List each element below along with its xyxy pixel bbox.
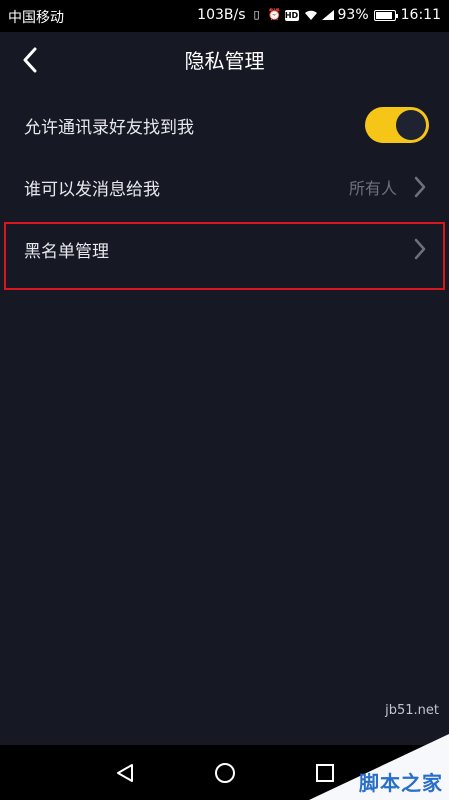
watermark-site: jb51.net [385, 703, 439, 718]
back-triangle-icon [117, 764, 133, 782]
battery-percent: 93% [337, 7, 369, 23]
highlight-box [4, 222, 445, 290]
chevron-right-icon [414, 176, 426, 198]
carrier-label: 中国移动 [8, 10, 64, 26]
allow-contacts-toggle[interactable] [365, 107, 429, 143]
vibrate-icon: ▯ [253, 8, 260, 21]
wifi-icon [304, 9, 317, 21]
alarm-icon: ⏰ [267, 8, 282, 21]
watermark-brand: 脚本之家 [359, 771, 443, 795]
status-icons: 103B/s ▯ ⏰ HD 93% 16:11 [197, 7, 441, 23]
toggle-knob [396, 110, 426, 140]
page-title: 隐私管理 [184, 48, 265, 73]
setting-label: 允许通讯录好友找到我 [24, 117, 194, 138]
nav-home-button[interactable] [210, 758, 240, 788]
network-speed: 103B/s [197, 7, 246, 23]
watermark-logo: 脚本之家 [309, 734, 449, 800]
back-icon [23, 47, 37, 73]
setting-value: 所有人 [348, 179, 397, 198]
status-bar: 中国移动 103B/s ▯ ⏰ HD 93% 16:11 [0, 0, 449, 32]
nav-back-button[interactable] [110, 758, 140, 788]
setting-allow-contacts: 允许通讯录好友找到我 [0, 94, 449, 156]
setting-label: 谁可以发消息给我 [24, 179, 160, 200]
back-button[interactable] [14, 44, 46, 76]
hd-icon: HD [284, 9, 299, 21]
signal-icon [321, 9, 334, 21]
home-circle-icon [215, 763, 235, 783]
page-header: 隐私管理 [0, 32, 449, 86]
clock: 16:11 [400, 7, 441, 23]
setting-who-can-message[interactable]: 谁可以发消息给我 所有人 [0, 156, 449, 218]
battery-icon [373, 9, 398, 21]
